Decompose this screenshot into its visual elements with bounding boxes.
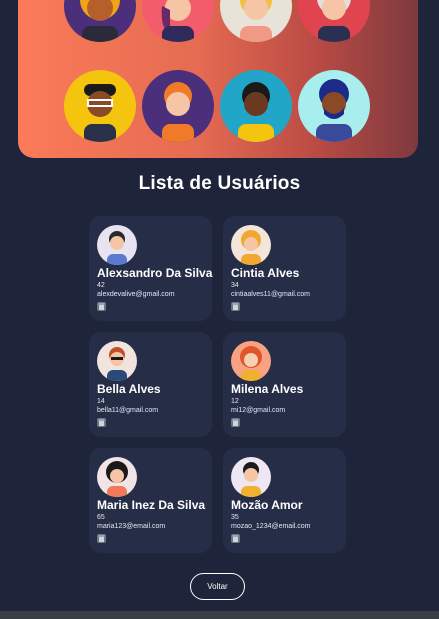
user-email: bella11@gmail.com bbox=[97, 407, 159, 414]
back-button[interactable]: Voltar bbox=[190, 573, 245, 600]
user-age: 12 bbox=[231, 398, 239, 405]
user-email: cintiaalves11@gmail.com bbox=[231, 291, 310, 298]
user-avatar-icon bbox=[231, 225, 271, 265]
user-card: Bella Alves 14 bella11@gmail.com bbox=[89, 332, 212, 437]
user-avatar-icon bbox=[97, 225, 137, 265]
user-age: 14 bbox=[97, 398, 105, 405]
trash-icon[interactable] bbox=[97, 534, 106, 543]
user-avatar-icon bbox=[97, 457, 137, 497]
trash-icon[interactable] bbox=[231, 418, 240, 427]
user-email: mozao_1234@email.com bbox=[231, 523, 311, 530]
person-headphones-avatar-icon bbox=[220, 70, 292, 142]
person-glasses-avatar-icon bbox=[64, 70, 136, 142]
user-name: Maria Inez Da Silva bbox=[97, 498, 206, 512]
user-email: alexdevalive@gmail.com bbox=[97, 291, 175, 298]
user-card: Mozão Amor 35 mozao_1234@email.com bbox=[223, 448, 346, 553]
trash-icon[interactable] bbox=[231, 534, 240, 543]
user-card: Milena Alves 12 mi12@gmail.com bbox=[223, 332, 346, 437]
page-title: Lista de Usuários bbox=[138, 173, 301, 194]
trash-icon[interactable] bbox=[97, 302, 106, 311]
user-name: Milena Alves bbox=[231, 382, 304, 396]
user-card: Alexsandro Da Silva 42 alexdevalive@gmai… bbox=[89, 216, 212, 321]
user-avatar-icon bbox=[231, 341, 271, 381]
trash-icon[interactable] bbox=[97, 418, 106, 427]
hero-banner bbox=[18, 0, 418, 158]
user-name: Cintia Alves bbox=[231, 266, 300, 280]
person-blonde-avatar-icon bbox=[220, 0, 292, 42]
user-avatar-icon bbox=[231, 457, 271, 497]
user-card: Cintia Alves 34 cintiaalves11@gmail.com bbox=[223, 216, 346, 321]
person-ginger-avatar-icon bbox=[142, 70, 214, 142]
user-email: mi12@gmail.com bbox=[231, 407, 286, 414]
user-name: Bella Alves bbox=[97, 382, 161, 396]
person-curly-hair-avatar-icon bbox=[64, 0, 136, 42]
user-name: Mozão Amor bbox=[231, 498, 303, 512]
person-teal-cap-avatar-icon bbox=[142, 0, 214, 42]
user-age: 34 bbox=[231, 282, 239, 289]
user-avatar-icon bbox=[97, 341, 137, 381]
trash-icon[interactable] bbox=[231, 302, 240, 311]
user-email: maria123@email.com bbox=[97, 523, 166, 530]
user-name: Alexsandro Da Silva bbox=[97, 266, 213, 280]
user-card: Maria Inez Da Silva 65 maria123@email.co… bbox=[89, 448, 212, 553]
bottom-bar bbox=[0, 611, 439, 619]
person-beard-avatar-icon bbox=[298, 70, 370, 142]
user-age: 35 bbox=[231, 514, 239, 521]
user-age: 42 bbox=[97, 282, 105, 289]
person-gray-hair-avatar-icon bbox=[298, 0, 370, 42]
user-age: 65 bbox=[97, 514, 105, 521]
